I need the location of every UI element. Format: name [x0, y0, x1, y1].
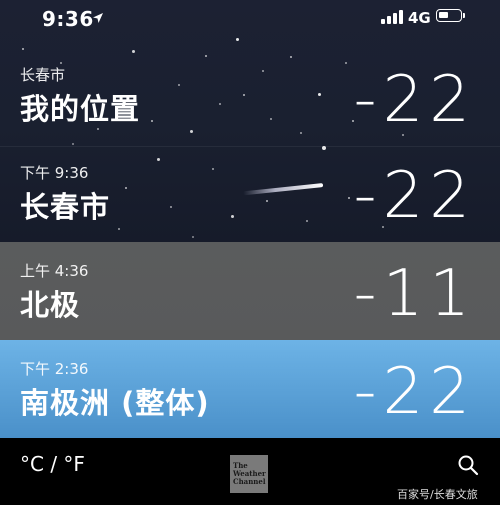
- weather-app: 9:36 4G 长春市 我的位置 -22 下午 9:36 长春市 -22 上午 …: [0, 0, 500, 505]
- city-name: 南极洲 (整体): [20, 386, 210, 420]
- weather-channel-logo[interactable]: The Weather Channel: [230, 455, 268, 493]
- status-time: 9:36: [42, 7, 94, 31]
- city-row-changchun[interactable]: 下午 9:36 长春市 -22: [0, 146, 500, 242]
- city-row-arctic[interactable]: 上午 4:36 北极 -11: [0, 242, 500, 340]
- city-subtitle: 下午 9:36: [20, 164, 89, 182]
- city-temperature: -11: [353, 257, 476, 331]
- city-subtitle: 上午 4:36: [20, 262, 89, 280]
- city-temperature: -22: [353, 355, 476, 429]
- city-temperature: -22: [353, 159, 476, 233]
- search-icon[interactable]: [457, 454, 479, 476]
- city-subtitle: 下午 2:36: [20, 360, 89, 378]
- network-type: 4G: [408, 9, 431, 27]
- battery-tip: [463, 13, 465, 18]
- city-name: 北极: [20, 288, 81, 322]
- battery-icon: [436, 9, 462, 22]
- city-row-antarctica[interactable]: 下午 2:36 南极洲 (整体) -22: [0, 340, 500, 438]
- city-name: 长春市: [20, 190, 111, 224]
- city-subtitle: 长春市: [20, 66, 66, 84]
- status-bar: 9:36 4G: [0, 0, 500, 40]
- city-name: 我的位置: [20, 92, 141, 126]
- watermark-text: 百家号/长春文旅: [397, 488, 478, 501]
- unit-toggle-button[interactable]: °C / °F: [20, 452, 85, 476]
- location-arrow-icon: [93, 13, 103, 23]
- logo-line: Channel: [233, 477, 266, 486]
- city-temperature: -22: [353, 63, 476, 137]
- cellular-signal-icon: [381, 10, 403, 24]
- city-row-my-location[interactable]: 长春市 我的位置 -22: [0, 58, 500, 147]
